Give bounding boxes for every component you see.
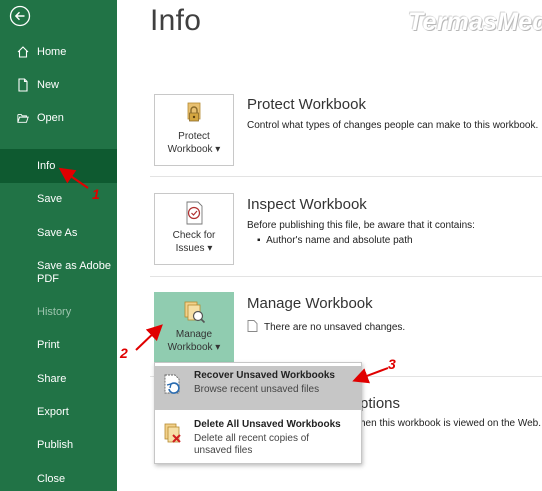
annotation-number-3: 3: [388, 356, 396, 372]
annotation-arrow-1: [58, 167, 89, 189]
annotation-number-1: 1: [92, 186, 100, 202]
annotation-arrows: [58, 167, 389, 384]
annotation-arrow-3: [352, 367, 389, 384]
annotation-number-2: 2: [120, 345, 128, 361]
annotation-arrow-2: [135, 324, 163, 351]
